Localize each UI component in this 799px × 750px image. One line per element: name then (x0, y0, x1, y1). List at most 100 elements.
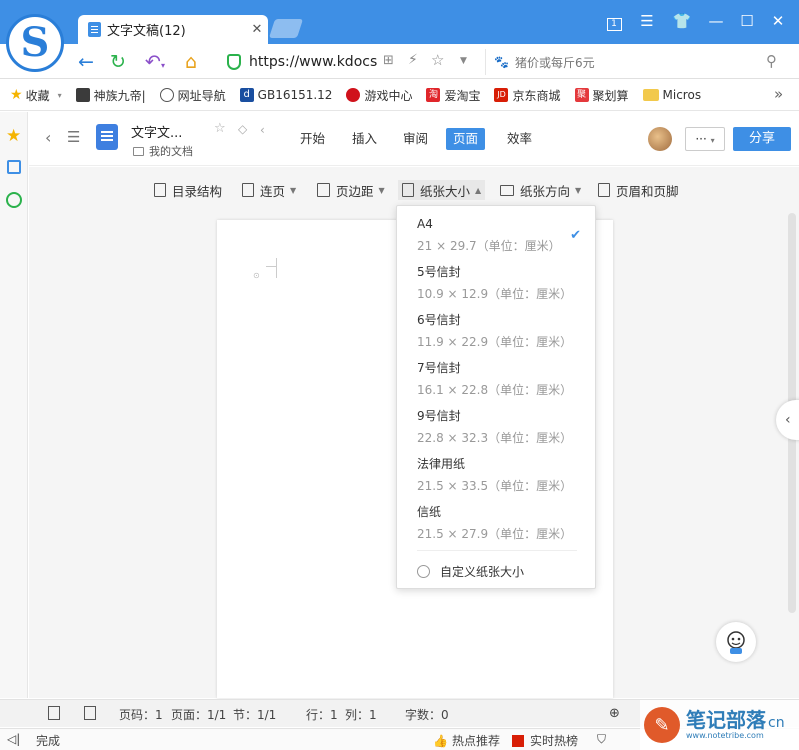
margins-button[interactable]: 页边距 ▼ (317, 180, 385, 200)
bookmark-label: 神族九帝| (93, 88, 146, 103)
bookmark-item[interactable]: 网址导航 (159, 87, 226, 104)
back-chevron-icon[interactable]: ‹ (45, 128, 51, 147)
search-icon[interactable]: ⚲ (766, 52, 777, 70)
sidebar-toggle-icon[interactable]: ◁| (7, 732, 20, 746)
secure-shield-icon (227, 54, 241, 70)
browser-logo-icon[interactable]: S (6, 14, 64, 72)
screen-icon[interactable] (7, 160, 21, 174)
hamburger-icon[interactable]: ☰ (67, 128, 80, 146)
assistant-mascot-icon[interactable] (716, 622, 756, 662)
checkmark-icon: ✔ (570, 228, 581, 243)
more-button[interactable]: ··· ▾ (685, 127, 725, 151)
page-view-icon[interactable] (48, 706, 60, 720)
favorites-star-icon[interactable]: ★ (6, 126, 21, 146)
bookmark-label: 聚划算 (592, 88, 629, 103)
tab-insert[interactable]: 插入 (345, 128, 384, 150)
radio-icon (417, 565, 430, 578)
paragraph-marker: ⊙ (253, 271, 260, 280)
juhuasuan-icon: 聚 (574, 88, 589, 102)
bookmark-label: 收藏 (25, 88, 50, 103)
paper-option-a4[interactable]: A4 21 × 29.7（单位：厘米） (417, 216, 587, 254)
browser-tab[interactable]: 文字文稿(12) ✕ (78, 15, 268, 44)
lightning-icon[interactable]: ⚡ (408, 52, 418, 68)
history-icon[interactable] (6, 192, 22, 208)
bookmark-label: Micros (662, 88, 702, 102)
continuous-page-button[interactable]: 连页 ▼ (242, 180, 296, 200)
paw-icon: 🐾 (494, 55, 509, 69)
bookmark-label: 游戏中心 (364, 88, 413, 103)
paper-option-envelope-6[interactable]: 6号信封 11.9 × 22.9（单位：厘米） (417, 312, 587, 350)
toc-button[interactable]: 目录结构 (154, 180, 222, 200)
minimize-icon[interactable]: — (702, 8, 730, 34)
page-count-icon[interactable]: 1 (600, 8, 628, 34)
status-word-count: 字数：0 (405, 708, 449, 722)
chart-icon (512, 734, 524, 747)
pencil-logo-icon: ✎ (644, 707, 680, 743)
search-box[interactable]: 🐾 猪价或每斤6元 (485, 49, 785, 75)
watermark-text: 笔记部落 (686, 708, 766, 732)
tab-review[interactable]: 审阅 (396, 128, 435, 150)
document-title[interactable]: 文字文... (131, 122, 182, 141)
tab-start[interactable]: 开始 (293, 128, 332, 150)
document-location[interactable]: 我的文档 (133, 143, 193, 159)
bookmark-item[interactable]: 游戏中心 (346, 87, 412, 104)
maximize-icon[interactable]: ☐ (733, 8, 761, 34)
header-footer-button[interactable]: 页眉和页脚 (598, 180, 679, 200)
custom-paper-size-option[interactable]: 自定义纸张大小 (417, 563, 524, 580)
d-icon: d (239, 88, 254, 102)
bookmark-item[interactable]: Micros (642, 88, 702, 102)
status-line: 行：1 (306, 708, 338, 722)
tab-page[interactable]: 页面 (446, 128, 486, 150)
refresh-icon[interactable]: ↻ (105, 49, 131, 75)
paper-option-envelope-9[interactable]: 9号信封 22.8 × 32.3（单位：厘米） (417, 408, 587, 446)
menu-icon[interactable]: ☰ (633, 8, 661, 34)
url-text[interactable]: https://www.kdocs (249, 54, 377, 70)
orientation-button[interactable]: 纸张方向 ▼ (500, 180, 581, 200)
url-dropdown-icon[interactable]: ▼ (460, 56, 467, 66)
more-bookmarks-icon[interactable]: » (774, 85, 783, 103)
close-tab-icon[interactable]: ✕ (246, 22, 268, 37)
bookmark-item[interactable]: JD 京东商城 (494, 87, 561, 104)
paper-size-button[interactable]: 纸张大小 ▲ (398, 180, 486, 200)
qr-code-icon[interactable]: ⊞ (383, 53, 394, 68)
paper-option-legal[interactable]: 法律用纸 21.5 × 33.5（单位：厘米） (417, 456, 587, 494)
jd-icon: JD (494, 88, 509, 102)
status-column: 列：1 (345, 708, 377, 722)
bookmark-star-icon[interactable]: ☆ (431, 51, 444, 69)
hot-recommend-link[interactable]: 👍 热点推荐 (433, 732, 500, 749)
orientation-icon (500, 184, 514, 196)
avatar[interactable] (648, 127, 672, 151)
close-window-icon[interactable]: ✕ (764, 8, 792, 34)
language-icon[interactable]: ⊕ (609, 706, 620, 721)
shield-check-icon[interactable]: ⛉ (597, 732, 606, 747)
skin-icon[interactable]: 👕 (668, 8, 696, 34)
tab-efficiency[interactable]: 效率 (500, 128, 539, 150)
continuous-icon (242, 183, 254, 197)
bookmark-favorites[interactable]: ★ 收藏 ▾ (10, 87, 62, 104)
status-section: 节：1/1 (233, 708, 277, 722)
paper-option-envelope-5[interactable]: 5号信封 10.9 × 12.9（单位：厘米） (417, 264, 587, 302)
bookmark-label: GB16151.12 (257, 88, 333, 102)
toc-icon (154, 183, 166, 197)
bookmark-item[interactable]: 聚聚划算 (574, 87, 629, 104)
bookmark-item[interactable]: 淘爱淘宝 (426, 87, 480, 104)
back-icon[interactable]: ← (73, 49, 99, 75)
margins-icon (317, 183, 330, 197)
home-icon[interactable]: ⌂ (178, 49, 204, 75)
load-status: 完成 (36, 734, 61, 748)
star-outline-icon[interactable]: ☆ (214, 121, 226, 136)
bookmark-item[interactable]: d GB16151.12 (239, 88, 333, 102)
realtime-hot-link[interactable]: 实时热榜 (512, 732, 578, 749)
tab-title: 文字文稿(12) (107, 24, 186, 39)
tag-icon[interactable]: ◇ (238, 122, 247, 136)
globe-icon (159, 88, 174, 102)
watermark-domain: cn (768, 715, 785, 731)
share-button[interactable]: 分享 (733, 127, 791, 151)
custom-size-label: 自定义纸张大小 (440, 565, 525, 579)
collapse-title-icon[interactable]: ‹ (260, 123, 265, 137)
bookmark-item[interactable]: 神族九帝| (75, 87, 146, 104)
undo-icon[interactable]: ↶▾ (138, 49, 172, 75)
paper-option-envelope-7[interactable]: 7号信封 16.1 × 22.8（单位：厘米） (417, 360, 587, 398)
outline-view-icon[interactable] (84, 706, 96, 720)
paper-option-letter[interactable]: 信纸 21.5 × 27.9（单位：厘米） (417, 504, 587, 542)
